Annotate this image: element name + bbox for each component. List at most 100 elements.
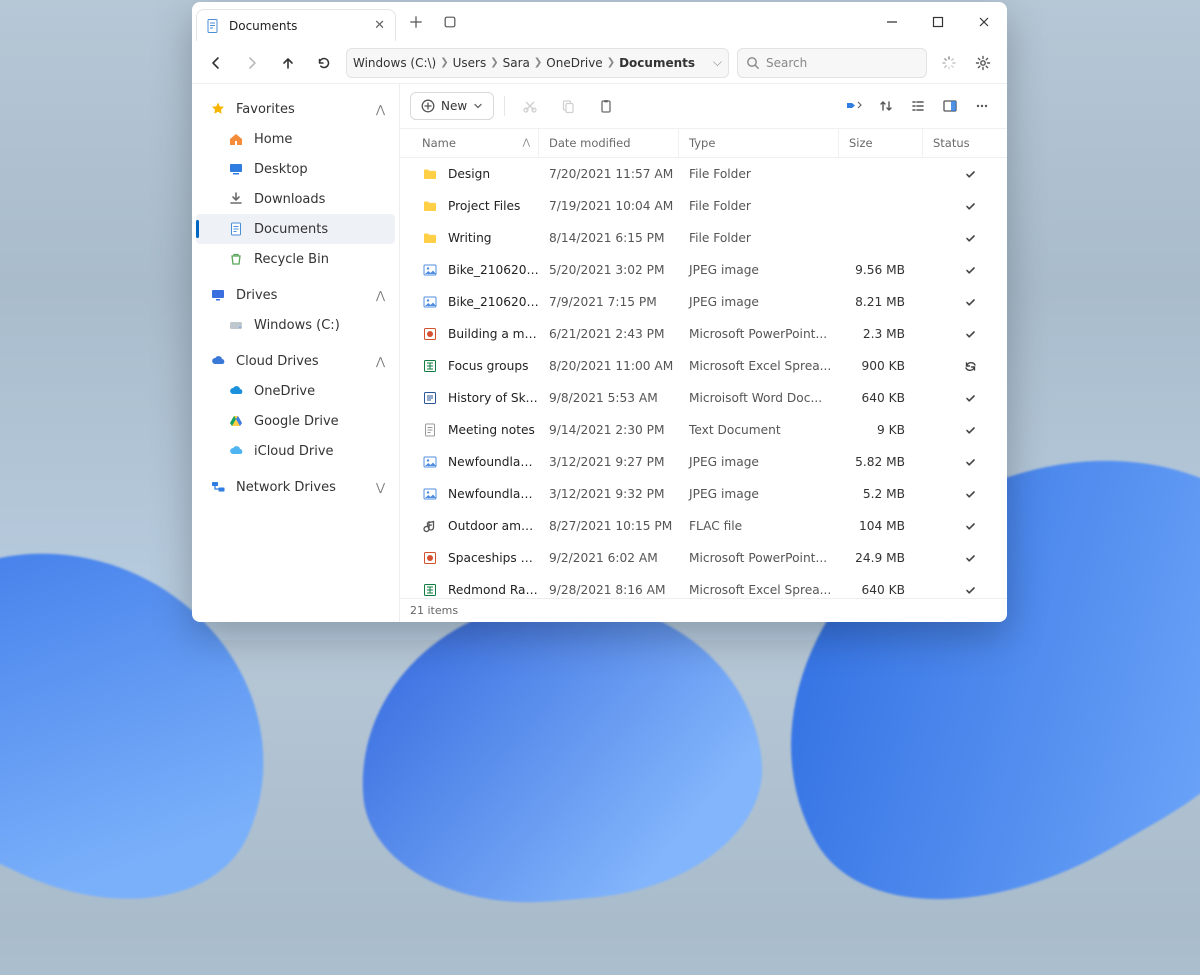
breadcrumb-seg[interactable]: Windows (C:\) — [353, 56, 436, 70]
sidebar-group-drives[interactable]: Drives ⋀ — [196, 280, 395, 310]
col-status[interactable]: Status — [923, 129, 1007, 157]
maximize-button[interactable] — [915, 2, 961, 42]
file-status — [923, 265, 1007, 276]
file-row[interactable]: Outdoor ambience 8/27/2021 10:15 PM FLAC… — [400, 510, 1007, 542]
file-row[interactable]: Spaceships among the... 9/2/2021 6:02 AM… — [400, 542, 1007, 574]
sidebar-item-onedrive[interactable]: OneDrive — [196, 376, 395, 406]
more-button[interactable] — [967, 92, 997, 120]
file-status — [923, 360, 1007, 373]
sidebar-item-icloud-drive[interactable]: iCloud Drive — [196, 436, 395, 466]
sort-button[interactable] — [871, 92, 901, 120]
file-name: Redmond Rangers triat... — [448, 583, 539, 597]
search-icon — [746, 56, 760, 70]
col-type[interactable]: Type — [679, 129, 839, 157]
word-icon — [422, 390, 438, 406]
onedrive-icon — [228, 383, 244, 399]
file-name: Outdoor ambience — [448, 519, 539, 533]
document-icon — [205, 18, 221, 34]
breadcrumb-seg[interactable]: Documents — [619, 56, 695, 70]
cloud-icon — [210, 353, 226, 369]
file-row[interactable]: Redmond Rangers triat... 9/28/2021 8:16 … — [400, 574, 1007, 598]
copy-button[interactable] — [553, 92, 583, 120]
file-row[interactable]: Building a modern file... 6/21/2021 2:43… — [400, 318, 1007, 350]
file-size: 900 KB — [839, 359, 923, 373]
col-name[interactable]: Name⋀ — [400, 129, 539, 157]
file-status — [923, 393, 1007, 404]
chevron-icon: ⋁ — [376, 481, 385, 494]
file-date: 7/19/2021 10:04 AM — [539, 199, 679, 213]
breadcrumb[interactable]: Windows (C:\)❯ Users❯ Sara❯ OneDrive❯ Do… — [346, 48, 729, 78]
file-name: Design — [448, 167, 490, 181]
file-list[interactable]: Design 7/20/2021 11:57 AM File Folder Pr… — [400, 158, 1007, 598]
file-size: 5.82 MB — [839, 455, 923, 469]
file-size: 24.9 MB — [839, 551, 923, 565]
chevron-right-icon: ❯ — [490, 57, 498, 68]
sidebar-item-home[interactable]: Home — [196, 124, 395, 154]
breadcrumb-seg[interactable]: OneDrive — [546, 56, 602, 70]
file-row[interactable]: Newfoundland_05 3/12/2021 9:32 PM JPEG i… — [400, 478, 1007, 510]
download-icon — [228, 191, 244, 207]
back-button[interactable] — [202, 49, 230, 77]
breadcrumb-dropdown-icon[interactable]: ⌵ — [713, 55, 722, 70]
desktop-icon — [228, 161, 244, 177]
sidebar-item-windows-c-[interactable]: Windows (C:) — [196, 310, 395, 340]
cut-button[interactable] — [515, 92, 545, 120]
file-type: File Folder — [679, 231, 839, 245]
chevron-icon: ⋀ — [376, 103, 385, 116]
file-date: 8/20/2021 11:00 AM — [539, 359, 679, 373]
tab-documents[interactable]: Documents ✕ — [196, 9, 396, 41]
new-tab-button[interactable] — [404, 10, 428, 34]
file-date: 9/2/2021 6:02 AM — [539, 551, 679, 565]
file-row[interactable]: Bike_210620_1307 5/20/2021 3:02 PM JPEG … — [400, 254, 1007, 286]
search-input[interactable]: Search — [737, 48, 927, 78]
sidebar-group-cloud drives[interactable]: Cloud Drives ⋀ — [196, 346, 395, 376]
sidebar-item-documents[interactable]: Documents — [196, 214, 395, 244]
view-button[interactable] — [903, 92, 933, 120]
file-row[interactable]: Writing 8/14/2021 6:15 PM File Folder — [400, 222, 1007, 254]
file-date: 5/20/2021 3:02 PM — [539, 263, 679, 277]
file-type: File Folder — [679, 167, 839, 181]
sidebar-group-network drives[interactable]: Network Drives ⋁ — [196, 472, 395, 502]
item-count: 21 items — [410, 604, 458, 617]
preview-pane-button[interactable] — [935, 92, 965, 120]
sidebar-group-favorites[interactable]: Favorites ⋀ — [196, 94, 395, 124]
main-panel: New Name⋀ Date modified — [400, 84, 1007, 622]
window-controls — [869, 2, 1007, 42]
tab-overview-button[interactable] — [438, 10, 462, 34]
sidebar-item-google-drive[interactable]: Google Drive — [196, 406, 395, 436]
tab-title: Documents — [229, 19, 366, 33]
file-date: 8/14/2021 6:15 PM — [539, 231, 679, 245]
minimize-button[interactable] — [869, 2, 915, 42]
sidebar-item-downloads[interactable]: Downloads — [196, 184, 395, 214]
xls-icon — [422, 582, 438, 598]
refresh-button[interactable] — [310, 49, 338, 77]
file-row[interactable]: Newfoundland_02 3/12/2021 9:27 PM JPEG i… — [400, 446, 1007, 478]
sidebar-item-desktop[interactable]: Desktop — [196, 154, 395, 184]
network-icon — [210, 479, 226, 495]
breadcrumb-seg[interactable]: Sara — [503, 56, 530, 70]
col-size[interactable]: Size — [839, 129, 923, 157]
file-row[interactable]: Design 7/20/2021 11:57 AM File Folder — [400, 158, 1007, 190]
new-button[interactable]: New — [410, 92, 494, 120]
monitor-icon — [210, 287, 226, 303]
file-type: Microisoft Word Doc... — [679, 391, 839, 405]
close-tab-icon[interactable]: ✕ — [374, 18, 385, 33]
paste-button[interactable] — [591, 92, 621, 120]
settings-button[interactable] — [969, 49, 997, 77]
txt-icon — [422, 422, 438, 438]
file-row[interactable]: Meeting notes 9/14/2021 2:30 PM Text Doc… — [400, 414, 1007, 446]
breadcrumb-seg[interactable]: Users — [453, 56, 487, 70]
sidebar-item-recycle-bin[interactable]: Recycle Bin — [196, 244, 395, 274]
column-headers: Name⋀ Date modified Type Size Status — [400, 128, 1007, 158]
home-icon — [228, 131, 244, 147]
close-window-button[interactable] — [961, 2, 1007, 42]
forward-button[interactable] — [238, 49, 266, 77]
file-row[interactable]: Project Files 7/19/2021 10:04 AM File Fo… — [400, 190, 1007, 222]
image-icon — [422, 262, 438, 278]
up-button[interactable] — [274, 49, 302, 77]
file-row[interactable]: History of Skateboards 9/8/2021 5:53 AM … — [400, 382, 1007, 414]
tags-button[interactable] — [839, 92, 869, 120]
file-row[interactable]: Focus groups 8/20/2021 11:00 AM Microsof… — [400, 350, 1007, 382]
file-row[interactable]: Bike_210620_1312 7/9/2021 7:15 PM JPEG i… — [400, 286, 1007, 318]
col-date[interactable]: Date modified — [539, 129, 679, 157]
